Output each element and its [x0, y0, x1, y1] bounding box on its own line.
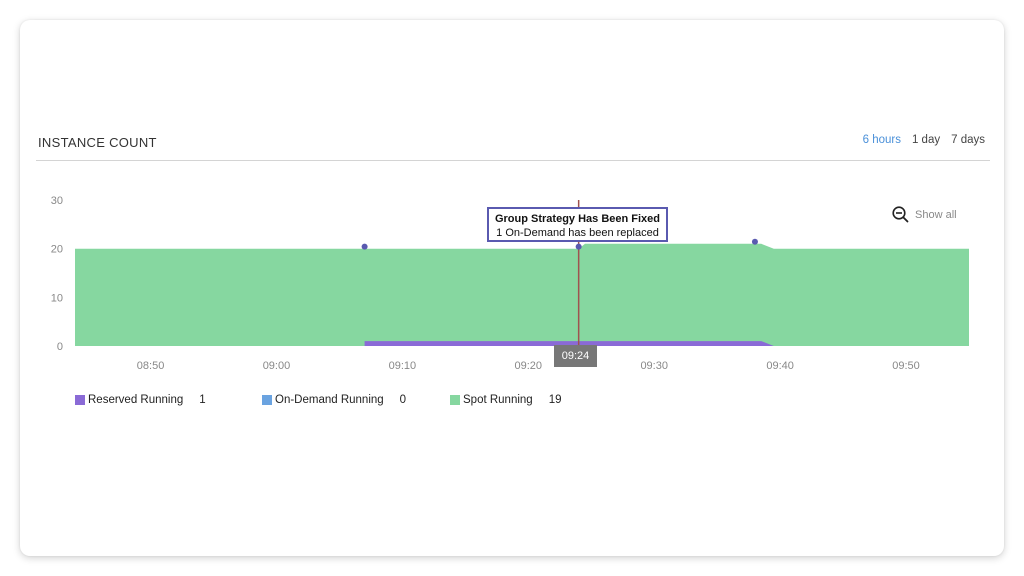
instance-count-chart[interactable]: 010203008:50 09:00 09:10 09:20 09:30 09:40 09:…: [0, 0, 1024, 576]
legend-swatch-reserved: [75, 395, 85, 405]
legend-value: 1: [199, 394, 206, 406]
legend-value: 0: [399, 394, 407, 406]
event-marker-dot: [361, 243, 368, 250]
legend-label: On-Demand Running: [275, 394, 384, 406]
series-area-spot-running: [75, 243, 969, 346]
x-tick-label: 09:50: [892, 360, 920, 372]
x-tick-label: 08:50: [137, 360, 165, 372]
y-tick-label: 10: [51, 292, 63, 304]
event-tooltip: Group Strategy Has Been Fixed 1 On-Deman…: [487, 207, 668, 242]
tooltip-title: Group Strategy Has Been Fixed: [494, 213, 661, 225]
legend-item-reserved[interactable]: Reserved Running 1: [75, 394, 262, 406]
cursor-time-label: 09:24: [554, 345, 597, 367]
y-tick-label: 30: [51, 195, 63, 207]
x-tick-label: 09:10: [389, 360, 417, 372]
y-tick-label: 20: [51, 244, 63, 256]
x-tick-label: 09:30: [640, 360, 668, 372]
legend-item-spot[interactable]: Spot Running 19: [450, 394, 562, 406]
legend-swatch-spot: [450, 395, 460, 405]
y-tick-label: 0: [57, 341, 63, 353]
x-tick-label: 09:40: [766, 360, 794, 372]
legend-swatch-on-demand: [262, 395, 272, 405]
x-tick-label: 09:20: [515, 360, 543, 372]
event-marker-dot: [575, 243, 582, 250]
event-marker-dot: [751, 238, 758, 245]
show-all-button[interactable]: Show all: [892, 206, 957, 223]
tooltip-body: 1 On-Demand has been replaced: [496, 227, 659, 239]
legend-value: 19: [548, 394, 562, 406]
chart-legend: Reserved Running 1 On-Demand Running 0 S…: [75, 394, 562, 406]
legend-label: Reserved Running: [88, 394, 184, 406]
x-tick-label: 09:00: [263, 360, 291, 372]
show-all-label: Show all: [915, 208, 957, 221]
zoom-out-icon: [892, 206, 909, 223]
legend-label: Spot Running: [463, 394, 533, 406]
legend-item-on-demand[interactable]: On-Demand Running 0: [262, 394, 450, 406]
